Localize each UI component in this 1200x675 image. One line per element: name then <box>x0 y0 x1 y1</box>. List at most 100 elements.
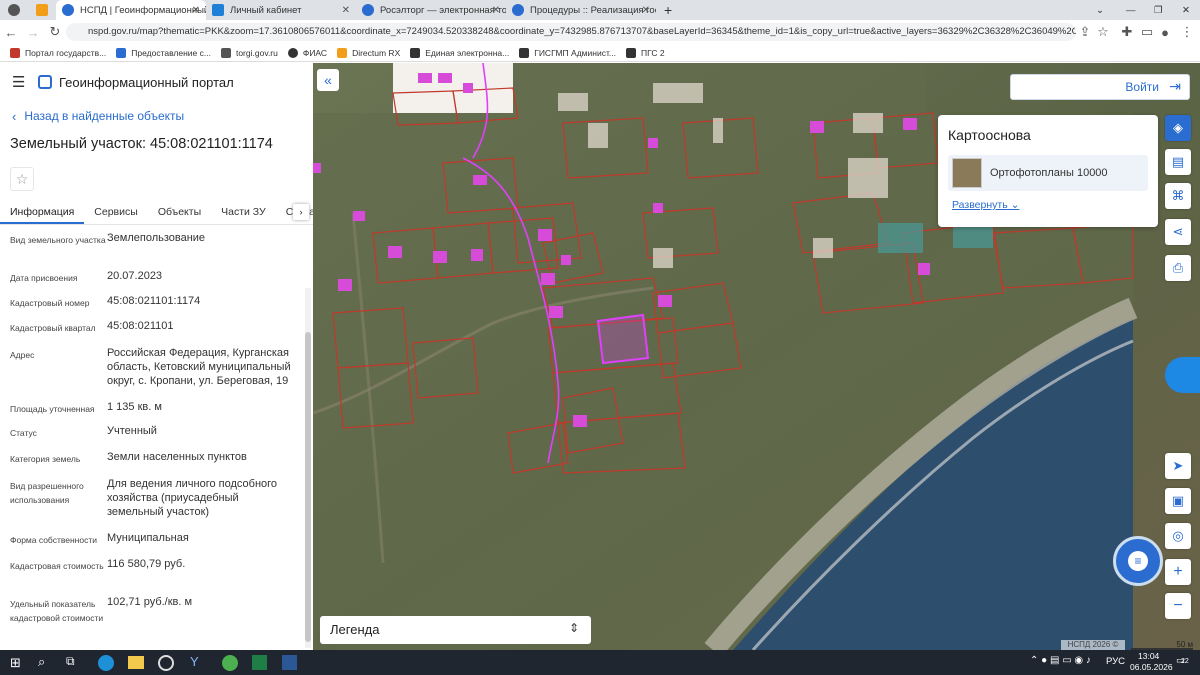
clock-time[interactable]: 13:04 <box>1138 651 1159 661</box>
measure-icon[interactable]: ▤ <box>1165 149 1191 175</box>
tab-parts[interactable]: Части ЗУ <box>211 199 276 224</box>
tab-info[interactable]: Информация <box>0 199 85 224</box>
app-header: ☰ Геоинформационный портал <box>0 63 313 101</box>
chat-button[interactable]: ≡ <box>1113 536 1163 586</box>
reload-icon[interactable]: ↻ <box>44 24 66 40</box>
tab-procedures[interactable]: Процедуры :: Реализация госи ✕ <box>506 0 656 20</box>
parcel-title: Земельный участок: 45:08:021101:1174 <box>10 136 273 152</box>
orthophoto-thumbnail <box>952 158 982 188</box>
tab-roseltorg[interactable]: Росэлторг — электронная торгс✕ <box>356 0 506 20</box>
map-view[interactable]: « Войти ⇥ Картооснова Ортофотопланы 1000… <box>313 63 1200 650</box>
property-row: Форма собственности Муниципальная <box>0 529 313 555</box>
url-input[interactable]: nspd.gov.ru/map?thematic=PKK&zoom=17.361… <box>66 23 1076 41</box>
share-icon[interactable]: ⋖ <box>1165 219 1191 245</box>
bookmark-item[interactable]: Directum RX <box>337 47 401 58</box>
search-location-icon[interactable]: ◎ <box>1165 523 1191 549</box>
edge-icon[interactable] <box>98 655 114 671</box>
hamburger-icon[interactable]: ☰ <box>12 73 36 91</box>
close-icon[interactable]: ✕ <box>642 5 650 16</box>
language-indicator[interactable]: РУС <box>1106 656 1125 667</box>
property-key: Вид разрешенного использования <box>10 481 84 505</box>
minimize-button[interactable]: — <box>1120 0 1140 20</box>
property-value: Землепользование <box>107 232 206 244</box>
select-area-icon[interactable]: ⌘ <box>1165 183 1191 209</box>
bookmark-icon <box>36 4 48 16</box>
clock-date[interactable]: 06.05.2026 <box>1130 662 1173 672</box>
login-button[interactable]: Войти ⇥ <box>1010 74 1190 100</box>
windows-start-icon[interactable]: ⊞ <box>10 655 21 671</box>
basemap-card: Картооснова Ортофотопланы 10000 Разверну… <box>938 115 1158 227</box>
locate-icon[interactable]: ➤ <box>1165 453 1191 479</box>
tray-icons[interactable]: ⌃ ● ▤ ▭ ◉ ♪ <box>1030 655 1091 666</box>
property-row: Кадастровая стоимость 116 580,79 руб. <box>0 555 313 593</box>
menu-icon[interactable]: ⋮ <box>1176 24 1198 40</box>
back-link[interactable]: ‹ Назад в найденные объекты <box>0 101 313 131</box>
back-arrow-icon[interactable]: ← <box>0 25 22 40</box>
expand-link[interactable]: Развернуть ⌄ <box>938 191 1158 219</box>
scrollbar-thumb[interactable] <box>305 332 311 642</box>
layers-icon[interactable]: ◈ <box>1165 115 1191 141</box>
properties-scrollbar[interactable] <box>305 288 311 648</box>
file-explorer-icon[interactable] <box>128 656 144 669</box>
property-row: Площадь уточненная 1 135 кв. м <box>0 398 313 422</box>
selected-parcel[interactable] <box>596 313 650 365</box>
property-key: Адрес <box>10 350 35 360</box>
bookmark-item[interactable]: torgi.gov.ru <box>220 47 278 58</box>
yandex-icon[interactable]: Y <box>190 654 199 669</box>
app-icon[interactable] <box>158 655 174 671</box>
close-icon[interactable]: ✕ <box>192 5 200 16</box>
basemap-option[interactable]: Ортофотопланы 10000 <box>948 155 1148 191</box>
new-tab-button[interactable]: + <box>658 0 678 20</box>
chrome-icon[interactable] <box>222 655 238 671</box>
maximize-button[interactable]: ❐ <box>1148 0 1168 20</box>
word-icon[interactable] <box>282 655 297 670</box>
property-row: Кадастровый квартал 45:08:021101 <box>0 317 313 344</box>
bookmark-label: ФИАС <box>302 47 328 58</box>
bookmark-label: ПГС 2 <box>640 47 665 58</box>
pinned-tab[interactable] <box>30 0 52 20</box>
login-icon: ⇥ <box>1169 78 1181 94</box>
task-view-icon[interactable]: ⧉ <box>66 654 75 669</box>
property-value: Земли населенных пунктов <box>107 451 247 463</box>
forward-arrow-icon[interactable]: → <box>22 25 44 40</box>
tab-cabinet[interactable]: Личный кабинет ✕ <box>206 0 356 20</box>
zoom-in-button[interactable]: + <box>1165 559 1191 585</box>
chat-icon: ≡ <box>1128 551 1148 571</box>
bookmark-item[interactable]: Предоставление с... <box>116 47 211 58</box>
favorite-star-icon[interactable]: ☆ <box>10 167 34 191</box>
collapse-panel-icon[interactable]: « <box>317 69 339 91</box>
property-value: Для ведения личного подсобного хозяйства… <box>107 478 278 518</box>
property-row: Адрес Российская Федерация, Курганская об… <box>0 344 313 398</box>
bookmark-item[interactable]: ПГС 2 <box>625 47 665 58</box>
browser-icon <box>8 4 20 16</box>
print-icon[interactable]: ⎙ <box>1165 255 1191 281</box>
tab-objects[interactable]: Объекты <box>148 199 211 224</box>
chevron-down-icon[interactable]: ⌄ <box>1090 0 1110 20</box>
copyright: НСПД 2026 © <box>1061 640 1125 650</box>
bookmark-item[interactable]: Единая электронна... <box>410 47 509 58</box>
close-icon[interactable]: ✕ <box>342 5 350 16</box>
bookmark-label: Directum RX <box>352 47 401 58</box>
pinned-tab[interactable] <box>2 0 28 20</box>
panel-icon[interactable]: ▣ <box>1165 488 1191 514</box>
tab-nspd[interactable]: НСПД | Геоинформационный п ✕ <box>56 0 206 20</box>
zoom-out-button[interactable]: − <box>1165 593 1191 619</box>
search-icon[interactable]: ⌕ <box>38 654 45 670</box>
tab-services[interactable]: Сервисы <box>84 199 148 224</box>
login-label: Войти <box>1125 80 1159 94</box>
property-value: 1 135 кв. м <box>107 401 162 413</box>
property-key: Площадь уточненная <box>10 404 95 414</box>
profile-icon[interactable]: ● <box>1154 25 1176 40</box>
star-icon[interactable]: ☆ <box>1092 24 1114 40</box>
chevron-right-icon[interactable]: › <box>293 204 309 220</box>
close-icon[interactable]: ✕ <box>492 5 500 16</box>
excel-icon[interactable] <box>252 655 267 670</box>
chat-bot-icon[interactable] <box>1165 357 1200 393</box>
bookmark-item[interactable]: ГИСГМП Админист... <box>519 47 616 58</box>
bookmark-item[interactable]: ФИАС <box>287 47 328 58</box>
bookmark-item[interactable]: Портал государств... <box>10 47 106 58</box>
legend-dropdown[interactable]: Легенда ⇕ <box>320 616 591 644</box>
extensions-icon[interactable]: ✚ <box>1116 24 1138 40</box>
properties-list: Вид земельного участка Землепользование Д… <box>0 225 313 645</box>
window-close-button[interactable]: ✕ <box>1176 0 1196 20</box>
